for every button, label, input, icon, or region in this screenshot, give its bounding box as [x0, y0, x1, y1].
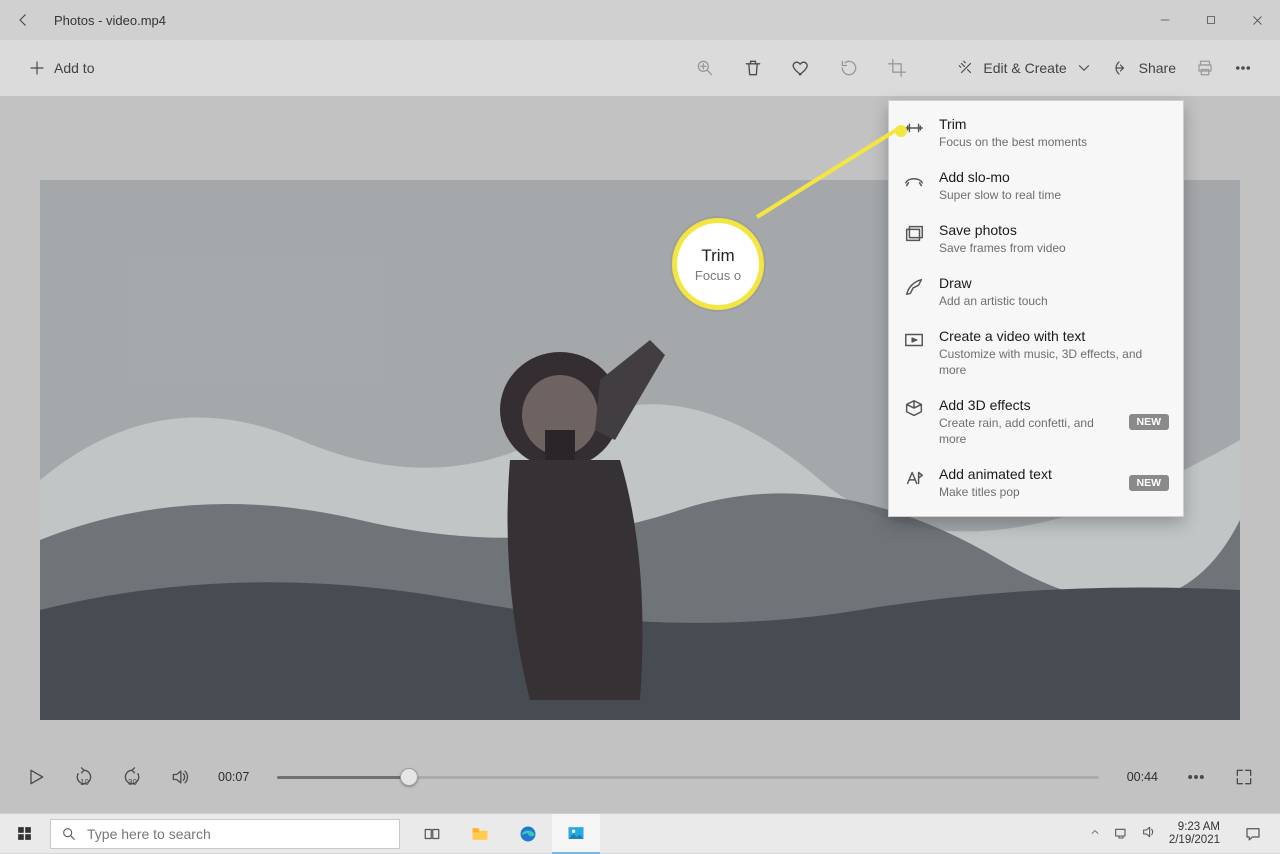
- toolbar: Add to Edit & Create Share: [0, 40, 1280, 96]
- share-label: Share: [1139, 60, 1176, 76]
- callout-title: Trim: [701, 246, 734, 266]
- dd-title: Trim: [939, 115, 1169, 133]
- edge-button[interactable]: [504, 814, 552, 854]
- chevron-down-icon: [1075, 59, 1093, 77]
- delete-icon[interactable]: [743, 58, 763, 78]
- fullscreen-button[interactable]: [1234, 767, 1254, 787]
- favorite-icon[interactable]: [791, 58, 811, 78]
- action-center-button[interactable]: [1232, 814, 1274, 854]
- more-button[interactable]: [1224, 48, 1262, 88]
- dropdown-item-save-photos[interactable]: Save photos Save frames from video: [889, 213, 1183, 266]
- edit-create-label: Edit & Create: [983, 60, 1066, 76]
- seek-knob[interactable]: [400, 768, 418, 786]
- duration: 00:44: [1127, 770, 1158, 784]
- save-photos-icon: [903, 223, 925, 245]
- new-badge: NEW: [1129, 475, 1170, 491]
- callout-sub: Focus o: [695, 268, 741, 283]
- share-button[interactable]: Share: [1103, 48, 1186, 88]
- tray-chevron-up-icon[interactable]: [1089, 826, 1101, 841]
- titlebar: Photos - video.mp4: [0, 0, 1280, 40]
- dropdown-item-3d-effects[interactable]: Add 3D effects Create rain, add confetti…: [889, 388, 1183, 457]
- dd-sub: Focus on the best moments: [939, 134, 1169, 150]
- dropdown-item-animated-text[interactable]: Add animated text Make titles pop NEW: [889, 457, 1183, 510]
- window-title: Photos - video.mp4: [54, 13, 166, 28]
- tray-clock[interactable]: 9:23 AM 2/19/2021: [1169, 821, 1220, 847]
- search-placeholder: Type here to search: [87, 826, 211, 842]
- callout-lens: Trim Focus o: [672, 218, 764, 310]
- taskbar-search[interactable]: Type here to search: [50, 819, 400, 849]
- effects-3d-icon: [903, 398, 925, 420]
- search-icon: [61, 826, 77, 842]
- dropdown-item-draw[interactable]: Draw Add an artistic touch: [889, 266, 1183, 319]
- dropdown-item-trim[interactable]: Trim Focus on the best moments: [889, 107, 1183, 160]
- minimize-button[interactable]: [1142, 0, 1188, 40]
- print-button[interactable]: [1186, 48, 1224, 88]
- player-more-button[interactable]: [1186, 767, 1206, 787]
- current-time: 00:07: [218, 770, 249, 784]
- dropdown-item-video-text[interactable]: Create a video with text Customize with …: [889, 319, 1183, 388]
- dropdown-item-slomo[interactable]: Add slo-mo Super slow to real time: [889, 160, 1183, 213]
- player-controls: 10 30 00:07 00:44: [0, 741, 1280, 813]
- callout-leader-dot: [895, 125, 907, 137]
- maximize-button[interactable]: [1188, 0, 1234, 40]
- seek-bar[interactable]: [277, 776, 1098, 779]
- tray-time: 9:23 AM: [1169, 821, 1220, 834]
- tray-network-icon[interactable]: [1113, 824, 1129, 843]
- tray-volume-icon[interactable]: [1141, 824, 1157, 843]
- task-view-button[interactable]: [408, 814, 456, 854]
- start-button[interactable]: [0, 814, 48, 854]
- draw-icon: [903, 276, 925, 298]
- video-text-icon: [903, 329, 925, 351]
- new-badge: NEW: [1129, 414, 1170, 430]
- add-to-label: Add to: [54, 60, 94, 76]
- add-to-button[interactable]: Add to: [18, 48, 104, 88]
- tray-date: 2/19/2021: [1169, 834, 1220, 847]
- file-explorer-button[interactable]: [456, 814, 504, 854]
- edit-create-button[interactable]: Edit & Create: [947, 48, 1102, 88]
- zoom-icon[interactable]: [695, 58, 715, 78]
- slomo-icon: [903, 170, 925, 192]
- animated-text-icon: [903, 467, 925, 489]
- skip-back-10-button[interactable]: 10: [74, 767, 94, 787]
- taskbar: Type here to search 9:23 AM 2/19/2021: [0, 813, 1280, 853]
- play-button[interactable]: [26, 767, 46, 787]
- close-button[interactable]: [1234, 0, 1280, 40]
- photos-app-button[interactable]: [552, 814, 600, 854]
- edit-create-dropdown: Trim Focus on the best moments Add slo-m…: [888, 100, 1184, 517]
- back-button[interactable]: [0, 0, 46, 40]
- volume-button[interactable]: [170, 767, 190, 787]
- rotate-icon[interactable]: [839, 58, 859, 78]
- skip-forward-30-button[interactable]: 30: [122, 767, 142, 787]
- crop-icon[interactable]: [887, 58, 907, 78]
